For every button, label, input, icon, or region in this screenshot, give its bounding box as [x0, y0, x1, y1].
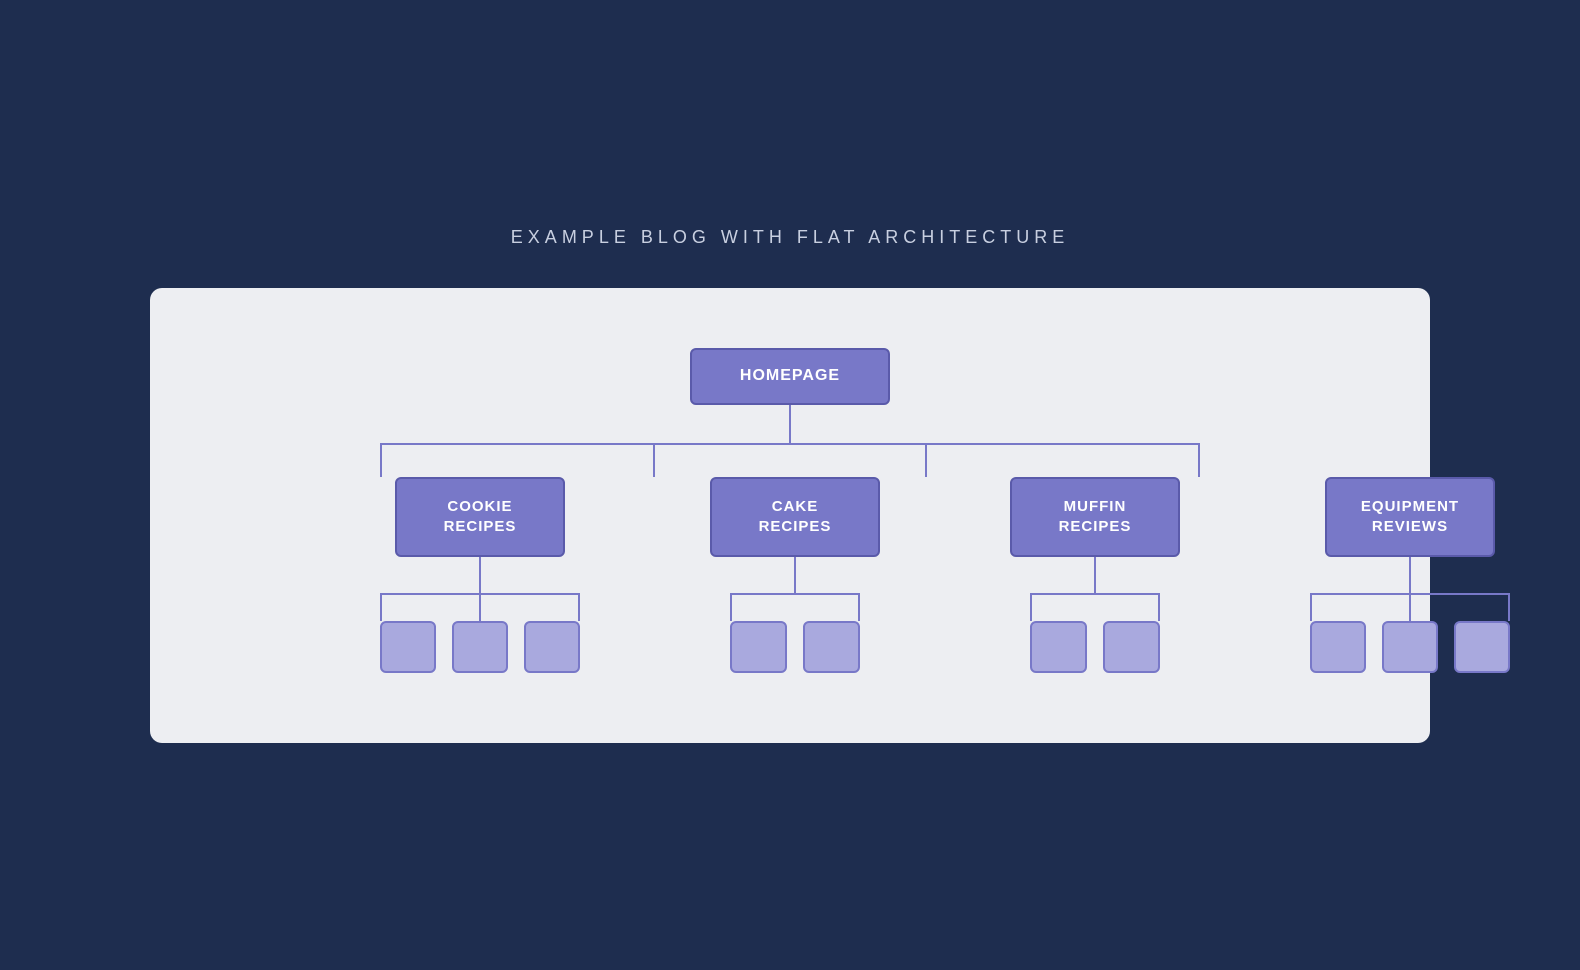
cake-vert-line — [794, 557, 796, 593]
cookie-child-3 — [524, 621, 580, 673]
muffin-child-1 — [1030, 621, 1087, 673]
l2-column-cake: CAKERECIPES — [710, 477, 880, 673]
cake-l3-tick-1 — [730, 595, 732, 621]
cake-child-2 — [803, 621, 860, 673]
muffin-child-2 — [1103, 621, 1160, 673]
cake-l3-nodes — [730, 621, 860, 673]
tree: HOMEPAGE COOKIERECIPES — [210, 348, 1370, 673]
muffin-l3-ticks — [1030, 595, 1160, 621]
muffin-vert-line — [1094, 557, 1096, 593]
l2-tick-2 — [653, 445, 655, 477]
cookie-l3-ticks — [380, 595, 580, 621]
l2-tick-4 — [1198, 445, 1200, 477]
l2-ticks-row — [380, 445, 1200, 477]
cookie-child-1 — [380, 621, 436, 673]
l2-h-connector — [380, 443, 1200, 445]
page-title: EXAMPLE BLOG WITH FLAT ARCHITECTURE — [511, 227, 1069, 248]
equipment-l3-ticks — [1310, 595, 1510, 621]
l2-tick-1 — [380, 445, 382, 477]
equipment-child-1 — [1310, 621, 1366, 673]
l2-column-cookie: COOKIERECIPES — [380, 477, 580, 673]
muffin-l3-tick-2 — [1158, 595, 1160, 621]
root-node: HOMEPAGE — [690, 348, 890, 405]
cookie-vert-line — [479, 557, 481, 593]
cookie-l3-tick-1 — [380, 595, 382, 621]
cookie-l3-nodes — [380, 621, 580, 673]
equipment-child-3 — [1454, 621, 1510, 673]
equipment-vert-line — [1409, 557, 1411, 593]
root-vert-line — [789, 405, 791, 443]
cake-l3-ticks — [730, 595, 860, 621]
equipment-reviews-node: EQUIPMENTREVIEWS — [1325, 477, 1495, 557]
muffin-l3-nodes — [1030, 621, 1160, 673]
equipment-l3-tick-3 — [1508, 595, 1510, 621]
equipment-l3-tick-1 — [1310, 595, 1312, 621]
l2-column-muffin: MUFFINRECIPES — [1010, 477, 1180, 673]
muffin-l3-tick-1 — [1030, 595, 1032, 621]
equipment-child-2 — [1382, 621, 1438, 673]
cake-l3-tick-2 — [858, 595, 860, 621]
cookie-l3-tick-2 — [479, 595, 481, 621]
l2-column-equipment: EQUIPMENTREVIEWS — [1310, 477, 1510, 673]
equipment-l3-tick-2 — [1409, 595, 1411, 621]
l2-tick-3 — [925, 445, 927, 477]
cookie-child-2 — [452, 621, 508, 673]
equipment-l3-nodes — [1310, 621, 1510, 673]
cake-recipes-node: CAKERECIPES — [710, 477, 880, 557]
diagram-container: HOMEPAGE COOKIERECIPES — [150, 288, 1430, 743]
l2-nodes-row: COOKIERECIPES CAKERECIPES — [380, 477, 1200, 673]
muffin-recipes-node: MUFFINRECIPES — [1010, 477, 1180, 557]
cake-child-1 — [730, 621, 787, 673]
cookie-l3-tick-3 — [578, 595, 580, 621]
cookie-recipes-node: COOKIERECIPES — [395, 477, 565, 557]
